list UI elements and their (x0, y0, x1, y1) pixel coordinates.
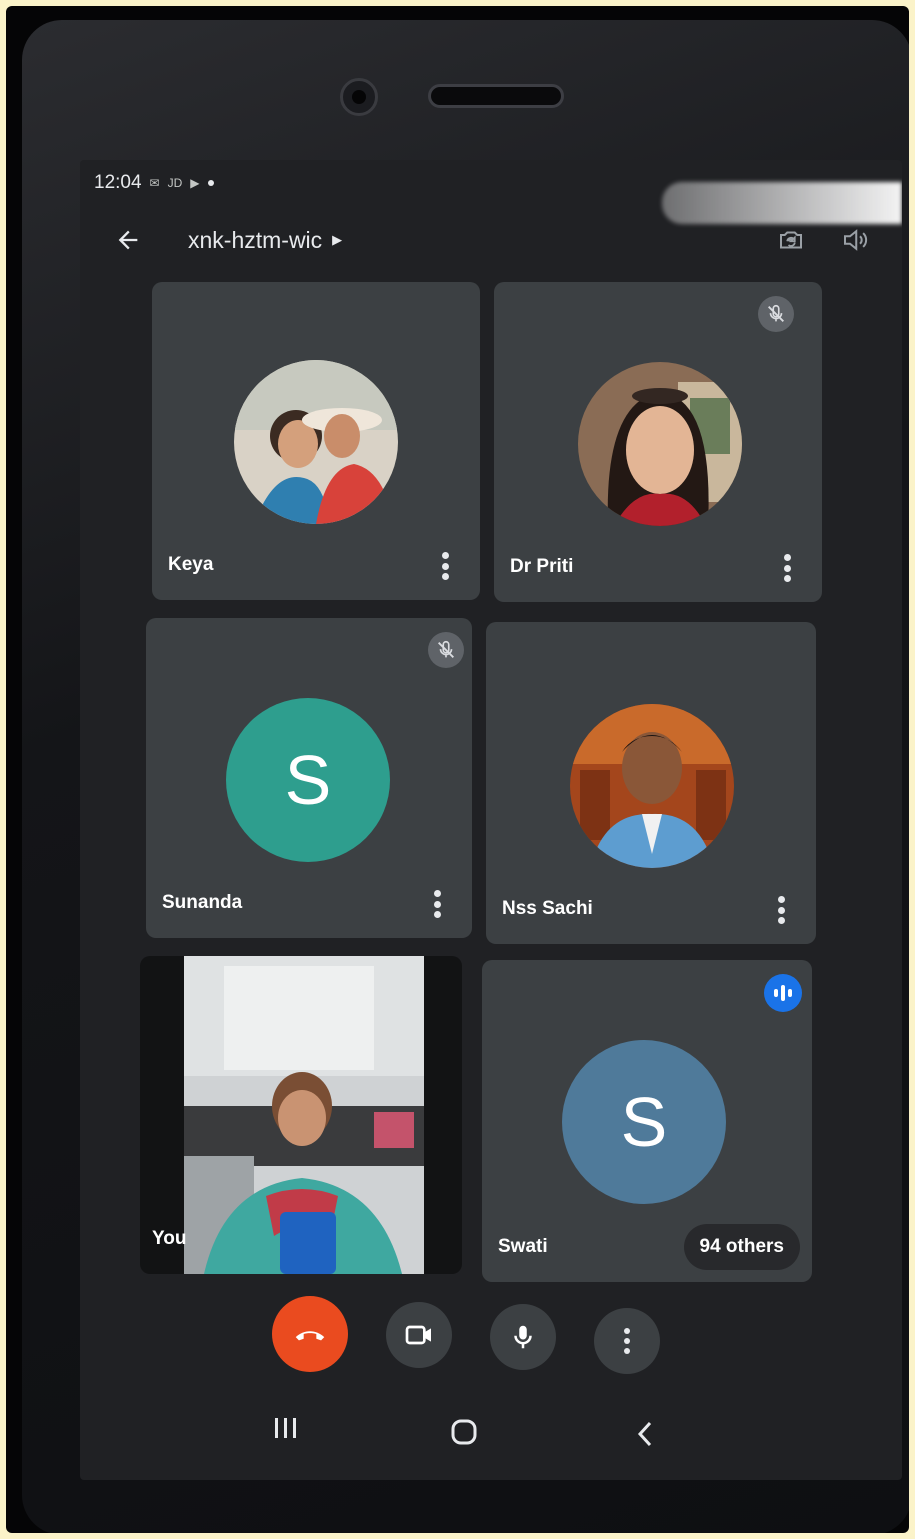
recents-icon[interactable] (268, 1410, 304, 1446)
more-vertical-icon[interactable] (594, 1308, 660, 1374)
front-camera (340, 78, 378, 116)
mic-off-icon (758, 296, 794, 332)
more-vertical-icon[interactable] (776, 896, 786, 924)
switch-camera-icon[interactable] (776, 225, 806, 255)
device-photo-frame: 12:04 ✉ JD ▶ xnk-hztm-wic ▶ Keya Dr Prit… (6, 6, 909, 1533)
participant-name: You (152, 1228, 187, 1249)
participant-name: Sunanda (162, 892, 243, 913)
participant-name: Swati (498, 1236, 548, 1257)
status-notif-text: JD (167, 176, 183, 190)
status-bar: 12:04 ✉ JD ▶ (94, 172, 214, 194)
meet-screen: 12:04 ✉ JD ▶ xnk-hztm-wic ▶ Keya Dr Prit… (80, 160, 902, 1480)
participant-name: Nss Sachi (502, 898, 593, 919)
meeting-top-bar: xnk-hztm-wic ▶ (110, 218, 870, 262)
avatar (234, 360, 398, 524)
home-icon[interactable] (444, 1412, 484, 1452)
microphone-icon[interactable] (490, 1304, 556, 1370)
video-camera-icon[interactable] (386, 1302, 452, 1368)
others-count-button[interactable]: 94 others (683, 1224, 800, 1270)
participant-tile-you[interactable]: You (140, 956, 462, 1274)
participant-tile-keya[interactable]: Keya (152, 282, 480, 600)
call-controls (80, 1296, 902, 1376)
tablet-bezel: 12:04 ✉ JD ▶ xnk-hztm-wic ▶ Keya Dr Prit… (22, 20, 909, 1533)
speaking-indicator-icon (764, 974, 802, 1012)
android-nav-bar (80, 1396, 902, 1456)
mic-off-icon (428, 632, 464, 668)
participant-name: Dr Priti (510, 556, 574, 577)
end-call-icon[interactable] (272, 1296, 348, 1372)
participant-tile-dr-priti[interactable]: Dr Priti (494, 282, 822, 602)
speaker-volume-icon[interactable] (840, 225, 870, 255)
avatar (570, 704, 734, 868)
participant-tile-swati[interactable]: S Swati 94 others (482, 960, 812, 1282)
meeting-code: xnk-hztm-wic (188, 226, 323, 253)
back-arrow-icon[interactable] (110, 222, 146, 258)
status-time: 12:04 (94, 172, 142, 193)
avatar: S (226, 698, 390, 862)
avatar: S (562, 1040, 726, 1204)
back-nav-icon[interactable] (628, 1414, 662, 1454)
participant-tile-sunanda[interactable]: S Sunanda (146, 618, 472, 938)
more-vertical-icon[interactable] (432, 890, 442, 918)
meeting-code-button[interactable]: xnk-hztm-wic ▶ (188, 227, 342, 254)
participant-tile-nss-sachi[interactable]: Nss Sachi (486, 622, 816, 944)
self-video-feed (184, 956, 424, 1274)
notification-dot-icon (207, 180, 214, 186)
play-icon: ▶ (190, 176, 200, 190)
message-icon: ✉ (149, 176, 160, 190)
participant-name: Keya (168, 554, 214, 575)
more-vertical-icon[interactable] (440, 552, 450, 580)
more-vertical-icon[interactable] (782, 554, 792, 582)
avatar (578, 362, 742, 526)
earpiece-speaker (428, 84, 564, 108)
caret-right-icon: ▶ (332, 232, 343, 247)
